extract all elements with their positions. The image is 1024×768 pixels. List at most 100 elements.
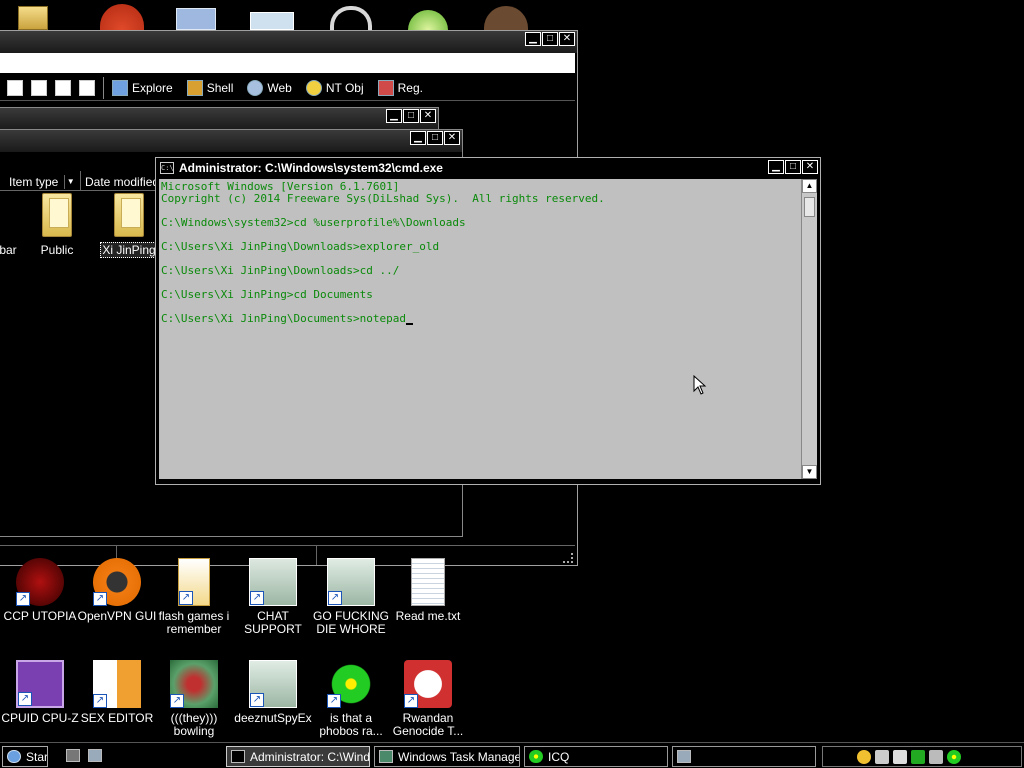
lime-icon[interactable] (408, 10, 448, 30)
photo-icon[interactable] (176, 8, 216, 30)
window-icon[interactable] (250, 12, 294, 30)
show-desktop-icon[interactable] (66, 749, 80, 762)
desktop-icon-bowling[interactable]: ↗ (((they))) bowling (154, 660, 234, 738)
console-line: C:\Windows\system32>cd %userprofile%\Dow… (161, 216, 466, 229)
address-bar[interactable] (0, 53, 575, 73)
battery-icon[interactable] (911, 749, 925, 764)
vertical-scrollbar[interactable]: ▲ ▼ (801, 179, 817, 479)
desktop-icon-openvpn[interactable]: ↗ OpenVPN GUI (77, 558, 157, 623)
maximize-button[interactable]: □ (427, 131, 443, 145)
column-headers: Item type ▼ Date modified (0, 171, 161, 191)
start-button[interactable]: Start (2, 746, 48, 767)
view-icon[interactable] (7, 79, 23, 96)
cmd-icon (231, 750, 245, 763)
locked-folder-icon (114, 193, 144, 237)
console-prompt: C:\Users\Xi JinPing\Documents>notepad (161, 312, 407, 325)
cmd-titlebar[interactable]: C:\ Administrator: C:\Windows\system32\c… (156, 158, 820, 178)
folder-icon[interactable] (18, 6, 48, 30)
minimize-button[interactable]: ▁ (410, 131, 426, 145)
scroll-up-icon[interactable]: ▲ (802, 179, 817, 193)
console-line: C:\Users\Xi JinPing\Downloads>cd ../ (161, 264, 400, 277)
maximize-button[interactable]: □ (403, 109, 419, 123)
explorer-toolbar: Explore Shell Web NT Obj Reg. (0, 75, 575, 101)
chevron-down-icon[interactable]: ▼ (64, 175, 76, 189)
close-button[interactable]: ✕ (802, 160, 818, 174)
shortcut-arrow-icon: ↗ (250, 693, 264, 707)
maximize-button[interactable]: □ (542, 32, 558, 46)
scroll-down-icon[interactable]: ▼ (802, 465, 817, 479)
folder-item-public[interactable]: Public (27, 193, 87, 257)
tiles-view-icon[interactable] (79, 79, 95, 96)
openvpn-icon: ↗ (93, 558, 141, 606)
desktop-icon-ccp-utopia[interactable]: ↗ CCP UTOPIA (0, 558, 80, 623)
task-cmd[interactable]: Administrator: C:\Wind... (226, 746, 370, 767)
task-task-manager[interactable]: Windows Task Manager (374, 746, 520, 767)
task-explorer[interactable] (672, 746, 816, 767)
folder-icon (42, 193, 72, 237)
details-view-icon[interactable] (55, 79, 71, 96)
resize-grip-icon[interactable] (563, 553, 573, 563)
cmd-window[interactable]: C:\ Administrator: C:\Windows\system32\c… (155, 157, 821, 485)
display-icon[interactable] (929, 749, 943, 764)
desktop-icon-chat-support[interactable]: ↗ CHAT SUPPORT (233, 558, 313, 636)
sub-window-1-titlebar[interactable]: ▁ □ ✕ (0, 108, 438, 130)
task-icq[interactable]: ICQ (524, 746, 668, 767)
sub-window-2-titlebar[interactable]: ▁ □ ✕ (0, 130, 462, 152)
network-icon[interactable] (893, 749, 907, 764)
desktop-icon-window-app[interactable]: ↗ GO FUCKING DIE WHORE (311, 558, 391, 636)
task-manager-icon (379, 750, 393, 763)
desktop-icon-cpuz[interactable]: ↗ CPUID CPU-Z (0, 660, 80, 725)
close-button[interactable]: ✕ (444, 131, 460, 145)
explore-button[interactable]: Explore (112, 79, 173, 96)
system-tray (822, 746, 1022, 767)
browser-icon[interactable] (100, 4, 144, 30)
maximize-button[interactable]: □ (785, 160, 801, 174)
console-prompt-line[interactable]: C:\Users\Xi JinPing\Documents>notepad (161, 313, 800, 325)
console-output[interactable]: Microsoft Windows [Version 6.1.7601] Cop… (159, 179, 802, 479)
desktop-icon-hxd[interactable]: ↗ SEX EDITOR (77, 660, 157, 725)
column-item-type[interactable]: Item type ▼ (0, 171, 81, 191)
close-button[interactable]: ✕ (420, 109, 436, 123)
desktop-icon-flash-games[interactable]: ↗ flash games i remember (154, 558, 234, 636)
mouse-pointer-icon (693, 375, 707, 395)
minimize-button[interactable]: ▁ (386, 109, 402, 123)
face-icon[interactable] (857, 749, 871, 764)
close-button[interactable]: ✕ (559, 32, 575, 46)
text-cursor (406, 323, 414, 325)
shortcut-arrow-icon: ↗ (250, 591, 264, 605)
window-app-icon: ↗ (327, 558, 375, 606)
shortcut-arrow-icon: ↗ (18, 692, 32, 706)
icq-flower-icon[interactable] (947, 749, 961, 764)
scroll-thumb[interactable] (804, 197, 815, 217)
bowling-icon: ↗ (170, 660, 218, 708)
desktop-icon-spyex[interactable]: ↗ deeznutSpyEx (233, 660, 313, 725)
folder-item-xijinping[interactable]: Xi JinPing (99, 193, 159, 258)
registry-button[interactable]: Reg. (377, 79, 423, 96)
explorer-titlebar[interactable]: ▁ □ ✕ (0, 31, 577, 53)
web-button[interactable]: Web (247, 79, 292, 96)
text-file-icon (411, 558, 445, 606)
desktop-icon-read-me[interactable]: Read me.txt (388, 558, 468, 623)
shell-button[interactable]: Shell (186, 79, 233, 96)
minimize-button[interactable]: ▁ (525, 32, 541, 46)
list-view-icon[interactable] (31, 79, 47, 96)
desktop-icon-rwandan[interactable]: ↗ Rwandan Genocide T... (388, 660, 468, 738)
registry-icon (377, 79, 394, 96)
explorer-quicklaunch-icon[interactable] (88, 749, 102, 762)
chain-icon[interactable] (330, 6, 372, 30)
portrait-icon[interactable] (484, 6, 528, 30)
shortcut-arrow-icon: ↗ (327, 694, 341, 708)
cpuz-icon: ↗ (16, 660, 64, 708)
globe-icon (247, 79, 264, 96)
minimize-button[interactable]: ▁ (768, 160, 784, 174)
desktop-icon-phobos[interactable]: ↗ is that a phobos ra... (311, 660, 391, 738)
console-line: C:\Users\Xi JinPing\Downloads>explorer_o… (161, 240, 440, 253)
folder-item-bar[interactable]: bar (0, 193, 23, 257)
column-date-modified[interactable]: Date modified (81, 171, 161, 191)
spyex-icon: ↗ (249, 660, 297, 708)
ntobj-button[interactable]: NT Obj (305, 79, 364, 96)
shortcut-arrow-icon: ↗ (404, 694, 418, 708)
cmd-title: Administrator: C:\Windows\system32\cmd.e… (179, 161, 443, 175)
shell-icon (186, 79, 203, 96)
volume-icon[interactable] (875, 749, 889, 764)
